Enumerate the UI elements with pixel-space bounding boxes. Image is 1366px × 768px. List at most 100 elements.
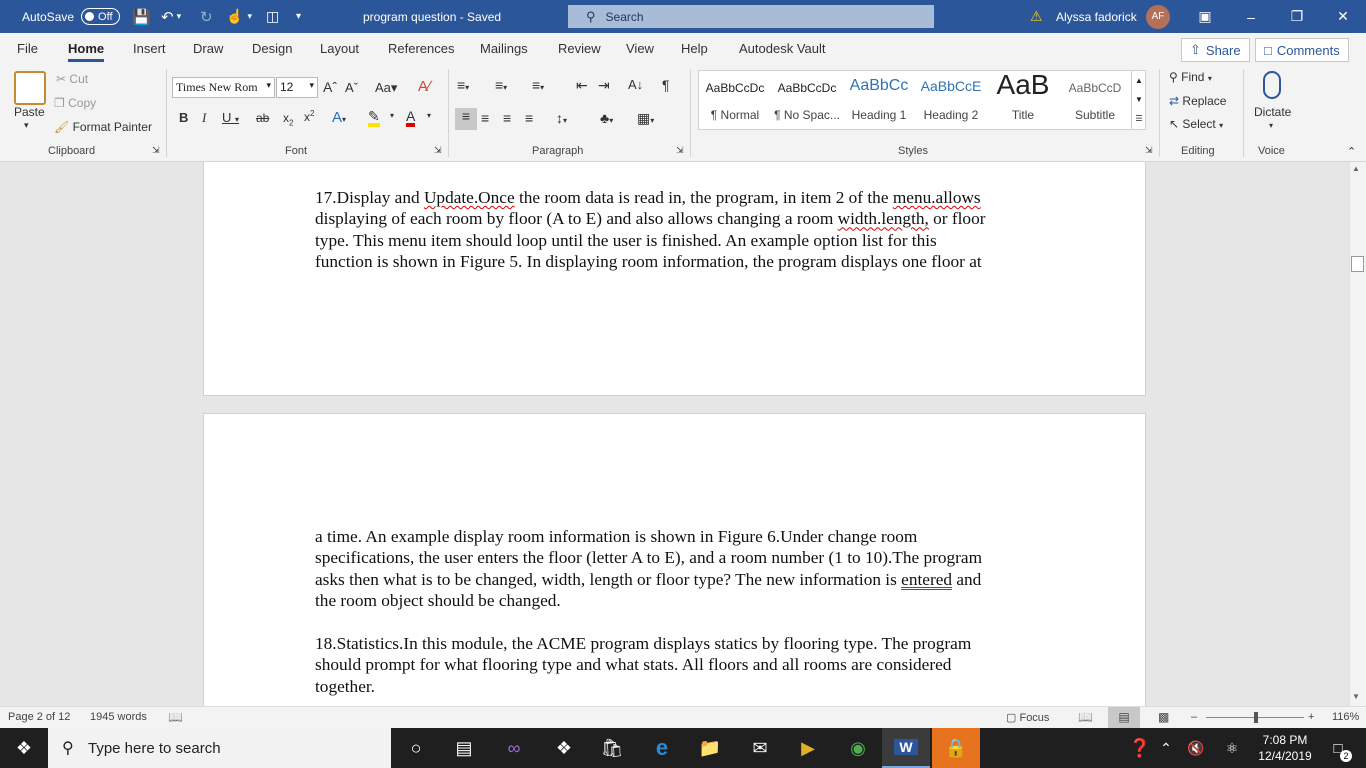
multilevel-list-icon[interactable]: ≡▾ (532, 77, 544, 93)
print-layout-icon[interactable]: ▤ (1108, 707, 1140, 728)
tab-references[interactable]: References (388, 33, 454, 65)
language-icon[interactable]: ⚛ (1212, 728, 1252, 768)
avatar[interactable]: AF (1146, 4, 1170, 29)
subscript-icon[interactable]: x2 (283, 111, 293, 127)
touch-mode-icon[interactable]: ☝ ▾ (226, 0, 252, 33)
paste-dropdown-icon[interactable]: ▾ (24, 120, 29, 131)
redo-icon[interactable]: ↻ (200, 0, 213, 33)
strikethrough-icon[interactable]: ab (256, 111, 269, 125)
tab-mailings[interactable]: Mailings (480, 33, 528, 65)
read-mode-icon[interactable]: 📖 (1078, 710, 1093, 724)
edge-icon[interactable]: e (638, 728, 686, 768)
font-color-icon[interactable]: A (406, 109, 416, 127)
replace-button[interactable]: ⇄ Replace (1169, 94, 1226, 108)
notifications-icon[interactable]: □ 2 (1318, 728, 1358, 768)
tab-layout[interactable]: Layout (320, 33, 359, 65)
zoom-in-icon[interactable]: + (1308, 711, 1314, 723)
font-launcher-icon[interactable]: ⇲ (434, 145, 442, 156)
word-app-icon[interactable]: W (882, 728, 930, 768)
highlight-icon[interactable]: ✎ (368, 109, 380, 127)
visual-studio-icon[interactable]: ∞ (490, 728, 538, 768)
microphone-icon[interactable] (1263, 71, 1281, 99)
style-subtitle[interactable]: AaBbCcD Subtitle (1059, 71, 1131, 129)
security-app-icon[interactable]: 🔒 (932, 728, 980, 768)
text-effects-icon[interactable]: A▾ (332, 109, 346, 126)
change-case-icon[interactable]: Aa▾ (375, 80, 397, 96)
restore-icon[interactable]: ❐ (1274, 0, 1320, 33)
clear-formatting-icon[interactable]: A∕ (418, 78, 431, 95)
font-size-select[interactable]: 12 ▾ (276, 77, 318, 98)
mail-icon[interactable]: ✉ (736, 728, 784, 768)
file-explorer-icon[interactable]: 📁 (686, 728, 734, 768)
decrease-indent-icon[interactable]: ⇤ (576, 77, 588, 94)
page-count[interactable]: Page 2 of 12 (8, 711, 70, 723)
zoom-level[interactable]: 116% (1332, 711, 1359, 723)
style-no-spacing[interactable]: AaBbCcDc ¶ No Spac... (771, 71, 843, 129)
highlight-dropdown-icon[interactable]: ▾ (390, 111, 394, 120)
copy-button[interactable]: ❐ Copy (54, 96, 96, 110)
user-name[interactable]: Alyssa fadorick (1056, 0, 1137, 33)
borders-icon[interactable]: ▦▾ (637, 110, 654, 127)
bullets-icon[interactable]: ≡▾ (457, 77, 469, 93)
cut-button[interactable]: ✂ Cut (56, 72, 88, 86)
cortana-icon[interactable]: ○ (392, 728, 440, 768)
shading-icon[interactable]: ♣▾ (600, 110, 613, 126)
style-title[interactable]: AaB Title (987, 69, 1059, 129)
sort-icon[interactable]: A↓ (628, 77, 643, 92)
increase-indent-icon[interactable]: ⇥ (598, 77, 610, 94)
shrink-font-icon[interactable]: Aˇ (345, 80, 358, 95)
tab-help[interactable]: Help (681, 33, 708, 65)
style-heading-1[interactable]: AaBbCc Heading 1 (843, 71, 915, 129)
document-canvas[interactable]: 17.Display and Update.Once the room data… (0, 162, 1349, 706)
volume-icon[interactable]: 🔇 (1176, 728, 1216, 768)
task-view-icon[interactable]: ▤ (440, 728, 488, 768)
scroll-up-icon[interactable]: ▲ (1352, 164, 1360, 173)
paste-button[interactable]: Paste (14, 105, 45, 119)
grow-font-icon[interactable]: Aˆ (323, 79, 337, 95)
taskbar-search-input[interactable]: ⚲ Type here to search (48, 728, 391, 768)
scroll-thumb[interactable] (1351, 256, 1364, 272)
styles-scroll[interactable]: ▲ ▼ ☰ (1131, 71, 1146, 129)
close-icon[interactable]: ✕ (1320, 0, 1366, 33)
autosave-toggle[interactable]: Off (81, 8, 120, 25)
scroll-down-icon[interactable]: ▼ (1352, 692, 1360, 701)
clipboard-launcher-icon[interactable]: ⇲ (152, 145, 160, 156)
web-layout-icon[interactable]: ▩ (1158, 710, 1169, 724)
share-button[interactable]: ⇧ Share (1181, 38, 1250, 62)
tab-draw[interactable]: Draw (193, 33, 223, 65)
zoom-slider-thumb[interactable] (1254, 712, 1258, 723)
warning-icon[interactable]: ⚠ (1030, 0, 1043, 33)
search-input[interactable]: ⚲ Search (568, 5, 934, 28)
select-button[interactable]: ↖ Select ▾ (1169, 117, 1223, 131)
paste-icon[interactable] (14, 71, 46, 105)
word-count[interactable]: 1945 words (90, 711, 147, 723)
ribbon-display-options-icon[interactable]: ▣ (1182, 0, 1228, 33)
proofing-icon[interactable]: 📖 (168, 710, 183, 724)
numbering-icon[interactable]: ≡▾ (495, 77, 507, 93)
find-button[interactable]: ⚲ Find ▾ (1169, 70, 1212, 84)
zoom-out-icon[interactable]: – (1191, 711, 1197, 723)
media-app-icon[interactable]: ▶ (784, 728, 832, 768)
dropbox-icon[interactable]: ❖ (540, 728, 588, 768)
superscript-icon[interactable]: x2 (304, 109, 314, 124)
underline-icon[interactable]: U ▾ (222, 110, 239, 125)
customize-qat-icon[interactable]: ▾ (296, 0, 301, 33)
show-formatting-icon[interactable]: ¶ (662, 77, 670, 93)
format-painter-button[interactable]: 🖌 Format Painter (54, 120, 152, 134)
focus-button[interactable]: ▢ Focus (1006, 711, 1049, 724)
autosave[interactable]: AutoSave Off (22, 0, 120, 33)
save-icon[interactable]: 💾 (132, 0, 151, 33)
comments-button[interactable]: □ Comments (1255, 38, 1349, 62)
line-spacing-icon[interactable]: ↕▾ (556, 110, 567, 126)
tab-file[interactable]: File (17, 33, 38, 65)
present-icon[interactable]: ◫ (266, 0, 279, 33)
style-heading-2[interactable]: AaBbCcE Heading 2 (915, 71, 987, 129)
align-left-icon[interactable]: ≡ (455, 108, 477, 130)
minimize-icon[interactable]: – (1228, 0, 1274, 33)
tab-view[interactable]: View (626, 33, 654, 65)
page-1[interactable]: 17.Display and Update.Once the room data… (203, 162, 1146, 396)
style-normal[interactable]: AaBbCcDc ¶ Normal (699, 71, 771, 129)
dictate-dropdown-icon[interactable]: ▾ (1269, 121, 1273, 130)
justify-icon[interactable]: ≡ (525, 110, 533, 126)
align-center-icon[interactable]: ≡ (481, 110, 489, 126)
